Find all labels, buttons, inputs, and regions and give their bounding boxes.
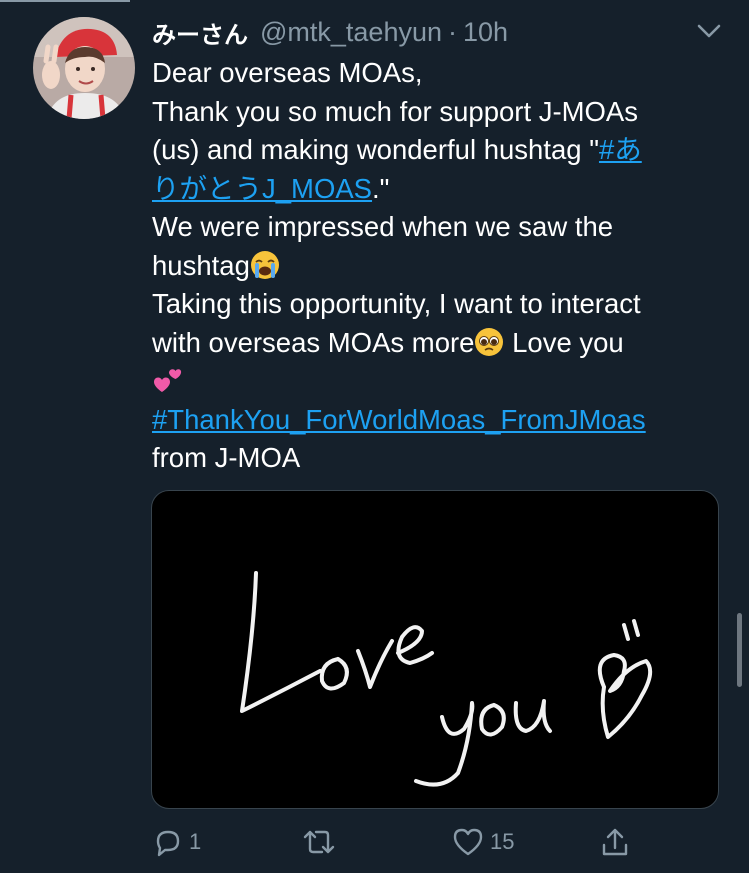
like-button[interactable]: 15 (452, 822, 514, 862)
tweet-line: Thank you so much for support J-MOAs (152, 95, 639, 127)
pleading-face-icon (475, 327, 504, 356)
tweet-line: with overseas MOAs more Love you (152, 324, 727, 363)
tweet-text-segment: ." (372, 172, 390, 204)
tweet-image[interactable] (151, 490, 719, 809)
tweet-line: We were impressed when we saw the (152, 211, 614, 242)
share-icon (602, 828, 628, 856)
reply-button[interactable]: 1 (153, 822, 201, 862)
tweet-text-segment: with overseas MOAs more (152, 326, 475, 358)
display-name[interactable]: みーさん (152, 15, 248, 50)
retweet-button[interactable] (302, 822, 336, 862)
heart-icon (453, 828, 483, 856)
hashtag-link-arigatou[interactable]: #あ (599, 134, 642, 165)
avatar-photo (33, 17, 135, 119)
tweet-line: (us) and making wonderful hushtag "#あ (152, 131, 727, 170)
hashtag-link-arigatou[interactable]: りがとうJ_MOAS (152, 173, 372, 204)
tweet-text: Dear overseas MOAs, Thank you so much fo… (152, 54, 727, 478)
tweet-line: from J-MOA (152, 442, 301, 473)
share-button[interactable] (600, 822, 630, 862)
handwritten-love-you-image (240, 571, 653, 787)
tweet-text-segment: hushtag (152, 249, 250, 281)
like-count: 15 (490, 829, 515, 854)
tweet-line: hushtag (152, 247, 727, 286)
tweet-text-segment: Love you (504, 326, 624, 358)
tweet-line: りがとうJ_MOAS." (152, 170, 727, 209)
tweet-actions: 1 15 (150, 822, 640, 866)
scrollbar-thumb[interactable] (737, 613, 742, 687)
chevron-down-icon (697, 24, 721, 38)
tweet-line: Taking this opportunity, I want to inter… (152, 288, 641, 319)
loudly-crying-face-icon (250, 250, 279, 279)
tweet-line: #ThankYou_ForWorldMoas_FromJMoas (152, 401, 727, 440)
hashtag-link-thankyou[interactable]: #ThankYou_ForWorldMoas_FromJMoas (152, 404, 646, 435)
retweet-icon (303, 830, 335, 854)
reply-count: 1 (189, 829, 202, 854)
separator-dot: · (448, 16, 457, 47)
user-handle[interactable]: @mtk_taehyun (260, 17, 442, 48)
two-hearts-icon (154, 369, 182, 392)
avatar[interactable] (33, 17, 135, 119)
tweet-header: みーさん @mtk_taehyun · 10h (152, 14, 508, 50)
top-divider (0, 0, 130, 2)
tweet-line (152, 362, 727, 401)
tweet-text-segment: (us) and making wonderful hushtag " (152, 134, 599, 165)
more-options-button[interactable] (694, 18, 724, 44)
tweet-line: Dear overseas MOAs, (152, 57, 423, 88)
timestamp[interactable]: 10h (463, 17, 508, 48)
reply-icon (156, 830, 180, 857)
